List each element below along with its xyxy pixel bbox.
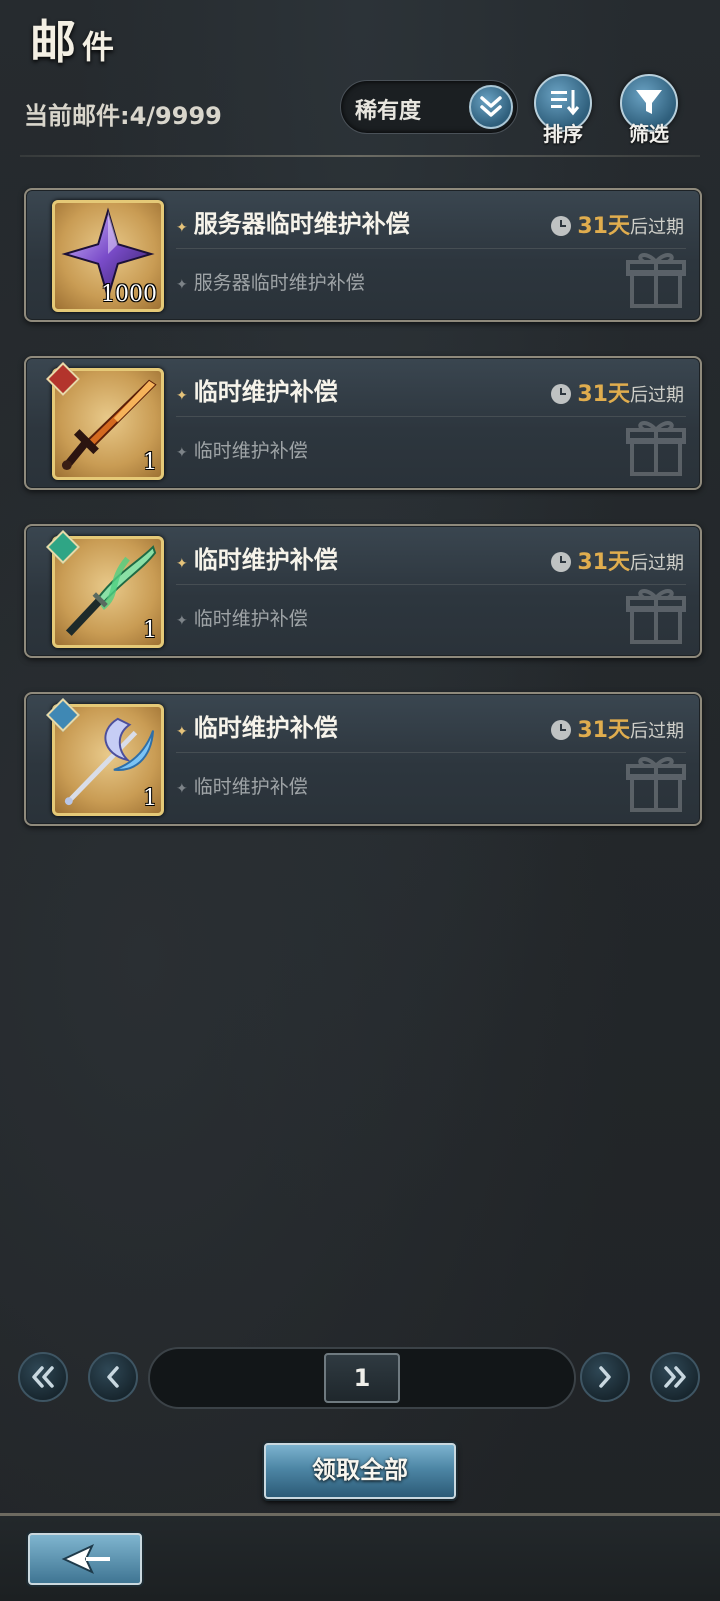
- reward-quantity: 1: [143, 450, 157, 475]
- mail-item-reward: 1000: [52, 200, 164, 312]
- double-chevron-left-icon: [32, 1366, 54, 1388]
- sort-dropdown[interactable]: 稀有度: [340, 80, 518, 134]
- sort-dropdown-value: 稀有度: [355, 99, 422, 124]
- mail-item-reward: 1: [46, 530, 164, 648]
- back-arrow-icon: [61, 1543, 110, 1575]
- mail-item[interactable]: 1 ✦ 临时维护补偿 ✦ 临时维护补偿 31天后过期: [24, 524, 702, 658]
- reward-quantity: 1: [143, 618, 157, 643]
- next-page-button[interactable]: [580, 1352, 630, 1402]
- mail-subtitle: ✦ 临时维护补偿: [176, 608, 308, 630]
- divider: [176, 248, 686, 249]
- mail-expiry: 31天后过期: [551, 544, 684, 576]
- filter-button-label: 筛选: [629, 122, 669, 146]
- clock-icon: [551, 384, 572, 404]
- sparkle-icon: ✦: [176, 781, 188, 797]
- sparkle-icon: ✦: [176, 220, 188, 236]
- double-chevron-right-icon: [664, 1366, 686, 1388]
- chevron-right-icon: [599, 1366, 611, 1388]
- filter-button[interactable]: 筛选: [614, 74, 684, 150]
- gift-icon: [626, 757, 686, 812]
- divider: [176, 752, 686, 753]
- sparkle-icon: ✦: [176, 613, 188, 629]
- mail-expiry: 31天后过期: [551, 712, 684, 744]
- mail-item[interactable]: 1000 ✦ 服务器临时维护补偿 ✦ 服务器临时维护补偿 31天后过期: [24, 188, 702, 322]
- mail-title: ✦ 临时维护补偿: [176, 378, 338, 406]
- sparkle-icon: ✦: [176, 445, 188, 461]
- gift-icon: [626, 253, 686, 308]
- mail-item-reward: 1: [46, 698, 164, 816]
- sparkle-icon: ✦: [176, 556, 188, 572]
- mail-subtitle: ✦ 临时维护补偿: [176, 776, 308, 798]
- header-divider: [20, 155, 700, 157]
- clock-icon: [551, 216, 572, 236]
- current-page: 1: [324, 1353, 400, 1403]
- last-page-button[interactable]: [650, 1352, 700, 1402]
- chevron-left-icon: [107, 1366, 119, 1388]
- reward-quantity: 1000: [101, 282, 157, 307]
- clock-icon: [551, 720, 572, 740]
- reward-quantity: 1: [143, 786, 157, 811]
- sparkle-icon: ✦: [176, 724, 188, 740]
- mail-item[interactable]: 1 ✦ 临时维护补偿 ✦ 临时维护补偿 31天后过期: [24, 692, 702, 826]
- divider: [176, 584, 686, 585]
- mail-item-reward: 1: [46, 362, 164, 480]
- mail-expiry: 31天后过期: [551, 208, 684, 240]
- mail-title: ✦ 服务器临时维护补偿: [176, 210, 410, 238]
- mail-subtitle: ✦ 服务器临时维护补偿: [176, 272, 365, 294]
- claim-all-button[interactable]: 领取全部: [264, 1443, 456, 1499]
- double-chevron-down-icon[interactable]: [469, 85, 513, 129]
- page-title-suffix: 件: [82, 28, 115, 66]
- divider: [176, 416, 686, 417]
- sort-button-label: 排序: [543, 122, 583, 146]
- sort-button[interactable]: 排序: [528, 74, 598, 150]
- sparkle-icon: ✦: [176, 388, 188, 404]
- clock-icon: [551, 552, 572, 572]
- back-button[interactable]: [28, 1533, 142, 1585]
- page-title: 邮: [30, 15, 76, 69]
- mail-expiry: 31天后过期: [551, 376, 684, 408]
- prev-page-button[interactable]: [88, 1352, 138, 1402]
- gift-icon: [626, 421, 686, 476]
- mail-item[interactable]: 1 ✦ 临时维护补偿 ✦ 临时维护补偿 31天后过期: [24, 356, 702, 490]
- gift-icon: [626, 589, 686, 644]
- mail-title: ✦ 临时维护补偿: [176, 546, 338, 574]
- mail-count: 当前邮件:4/9999: [24, 102, 222, 130]
- sparkle-icon: ✦: [176, 277, 188, 293]
- mail-subtitle: ✦ 临时维护补偿: [176, 440, 308, 462]
- first-page-button[interactable]: [18, 1352, 68, 1402]
- mail-title: ✦ 临时维护补偿: [176, 714, 338, 742]
